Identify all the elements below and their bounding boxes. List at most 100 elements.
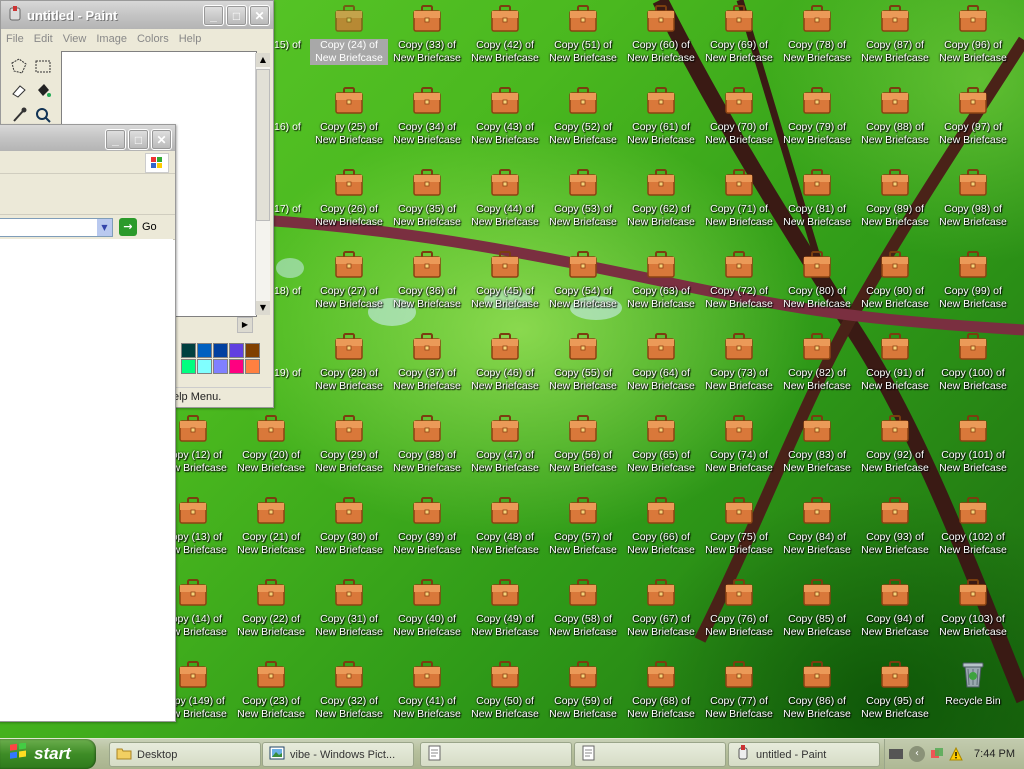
desktop-icon-briefcase[interactable]: Copy (40) of New Briefcase	[388, 576, 466, 658]
palette-swatch[interactable]	[197, 359, 212, 374]
desktop-icon-briefcase[interactable]: Copy (70) of New Briefcase	[700, 84, 778, 166]
desktop-icon-briefcase[interactable]: Copy (71) of New Briefcase	[700, 166, 778, 248]
desktop-icon-briefcase[interactable]: Copy (57) of New Briefcase	[544, 494, 622, 576]
desktop-icon-briefcase[interactable]: Copy (83) of New Briefcase	[778, 412, 856, 494]
warning-icon[interactable]	[949, 746, 963, 761]
palette-swatch[interactable]	[181, 359, 196, 374]
taskbar-button[interactable]: vibe - Windows Pict...	[262, 742, 414, 767]
chevron-left-icon[interactable]: ‹	[909, 746, 925, 762]
desktop-icon-briefcase[interactable]: Copy (54) of New Briefcase	[544, 248, 622, 330]
address-input[interactable]: ▼	[0, 218, 113, 237]
desktop-icon-briefcase[interactable]: Copy (77) of New Briefcase	[700, 658, 778, 738]
palette-swatch[interactable]	[229, 359, 244, 374]
desktop-icon-briefcase[interactable]: Copy (68) of New Briefcase	[622, 658, 700, 738]
desktop-icon-briefcase[interactable]: Copy (21) of New Briefcase	[232, 494, 310, 576]
desktop-icon-briefcase[interactable]: Copy (91) of New Briefcase	[856, 330, 934, 412]
explorer-content-pane[interactable]	[0, 239, 173, 719]
desktop-icon-briefcase[interactable]: Copy (23) of New Briefcase	[232, 658, 310, 738]
paint-title-bar[interactable]: untitled - Paint _ □ ✕	[1, 1, 273, 29]
desktop-icon-briefcase[interactable]: Copy (97) of New Briefcase	[934, 84, 1012, 166]
desktop-icon-briefcase[interactable]: Copy (84) of New Briefcase	[778, 494, 856, 576]
desktop-icon-briefcase[interactable]: Copy (96) of New Briefcase	[934, 2, 1012, 84]
desktop-icon-briefcase[interactable]: Copy (90) of New Briefcase	[856, 248, 934, 330]
taskbar-button[interactable]: untitled - Paint	[728, 742, 880, 767]
desktop-icon-briefcase[interactable]: Copy (62) of New Briefcase	[622, 166, 700, 248]
palette-swatch[interactable]	[213, 359, 228, 374]
desktop-icon-briefcase[interactable]: Copy (64) of New Briefcase	[622, 330, 700, 412]
desktop-icon-briefcase[interactable]: Copy (24) of New Briefcase	[310, 2, 388, 84]
close-button[interactable]: ✕	[249, 5, 270, 26]
desktop-icon-briefcase[interactable]: Copy (42) of New Briefcase	[466, 2, 544, 84]
scroll-thumb[interactable]	[256, 69, 270, 221]
desktop-icon-briefcase[interactable]: Copy (98) of New Briefcase	[934, 166, 1012, 248]
desktop-icon-briefcase[interactable]: Copy (94) of New Briefcase	[856, 576, 934, 658]
desktop-icon-briefcase[interactable]: Copy (28) of New Briefcase	[310, 330, 388, 412]
menu-help[interactable]: Help	[174, 33, 207, 45]
maximize-button[interactable]: □	[128, 129, 149, 150]
scroll-down-arrow-icon[interactable]: ▼	[256, 301, 270, 315]
palette-swatch[interactable]	[245, 343, 260, 358]
desktop-icon-briefcase[interactable]: Copy (103) of New Briefcase	[934, 576, 1012, 658]
start-button[interactable]: start	[0, 739, 96, 769]
desktop-icon-briefcase[interactable]: Copy (29) of New Briefcase	[310, 412, 388, 494]
desktop-icon-briefcase[interactable]: Copy (39) of New Briefcase	[388, 494, 466, 576]
desktop-icon-briefcase[interactable]: Copy (86) of New Briefcase	[778, 658, 856, 738]
desktop-icon-briefcase[interactable]: Copy (69) of New Briefcase	[700, 2, 778, 84]
desktop-icon-briefcase[interactable]: Copy (51) of New Briefcase	[544, 2, 622, 84]
desktop-icon-briefcase[interactable]: Copy (80) of New Briefcase	[778, 248, 856, 330]
desktop-icon-briefcase[interactable]: Copy (88) of New Briefcase	[856, 84, 934, 166]
desktop-icon-briefcase[interactable]: Copy (32) of New Briefcase	[310, 658, 388, 738]
desktop-icon-briefcase[interactable]: Copy (44) of New Briefcase	[466, 166, 544, 248]
palette-swatch[interactable]	[197, 343, 212, 358]
palette-swatch[interactable]	[213, 343, 228, 358]
desktop-icon-briefcase[interactable]: Copy (60) of New Briefcase	[622, 2, 700, 84]
desktop-icon-briefcase[interactable]: Copy (49) of New Briefcase	[466, 576, 544, 658]
desktop-icon-briefcase[interactable]: Copy (30) of New Briefcase	[310, 494, 388, 576]
desktop-icon-briefcase[interactable]: Copy (87) of New Briefcase	[856, 2, 934, 84]
menu-colors[interactable]: Colors	[132, 33, 174, 45]
desktop-icon-briefcase[interactable]: Copy (75) of New Briefcase	[700, 494, 778, 576]
palette-swatch[interactable]	[229, 343, 244, 358]
desktop-icon-briefcase[interactable]: Copy (101) of New Briefcase	[934, 412, 1012, 494]
desktop-icon-briefcase[interactable]: Copy (78) of New Briefcase	[778, 2, 856, 84]
desktop-icon-briefcase[interactable]: Copy (63) of New Briefcase	[622, 248, 700, 330]
clock[interactable]: 7:44 PM	[974, 748, 1015, 760]
desktop-icon-briefcase[interactable]: Copy (95) of New Briefcase	[856, 658, 934, 738]
menu-image[interactable]: Image	[91, 33, 132, 45]
desktop-icon-briefcase[interactable]: Copy (47) of New Briefcase	[466, 412, 544, 494]
desktop-icon-briefcase[interactable]: Copy (45) of New Briefcase	[466, 248, 544, 330]
desktop-icon-briefcase[interactable]: Copy (36) of New Briefcase	[388, 248, 466, 330]
horizontal-scroll-right-arrow-icon[interactable]: ▶	[237, 317, 253, 333]
desktop-icon-briefcase[interactable]: Copy (46) of New Briefcase	[466, 330, 544, 412]
keyboard-icon[interactable]	[889, 749, 903, 759]
eyedropper-tool-icon[interactable]	[9, 105, 29, 125]
close-button[interactable]: ✕	[151, 129, 172, 150]
desktop-icon-briefcase[interactable]: Copy (41) of New Briefcase	[388, 658, 466, 738]
recycle-bin-icon[interactable]: Recycle Bin	[934, 658, 1012, 738]
desktop-icon-briefcase[interactable]: Copy (85) of New Briefcase	[778, 576, 856, 658]
desktop-icon-briefcase[interactable]: Copy (66) of New Briefcase	[622, 494, 700, 576]
desktop-icon-briefcase[interactable]: Copy (38) of New Briefcase	[388, 412, 466, 494]
desktop-icon-briefcase[interactable]: Copy (79) of New Briefcase	[778, 84, 856, 166]
minimize-button[interactable]: _	[105, 129, 126, 150]
palette-swatch[interactable]	[181, 343, 196, 358]
free-select-tool-icon[interactable]	[9, 57, 29, 77]
desktop-icon-briefcase[interactable]: Copy (34) of New Briefcase	[388, 84, 466, 166]
desktop-icon-briefcase[interactable]: Copy (100) of New Briefcase	[934, 330, 1012, 412]
explorer-window[interactable]: _ □ ✕ ▼ → Go	[0, 124, 176, 722]
desktop-icon-briefcase[interactable]: Copy (89) of New Briefcase	[856, 166, 934, 248]
menu-view[interactable]: View	[58, 33, 92, 45]
desktop-icon-briefcase[interactable]: Copy (58) of New Briefcase	[544, 576, 622, 658]
desktop-icon-briefcase[interactable]: Copy (73) of New Briefcase	[700, 330, 778, 412]
desktop-icon-briefcase[interactable]: Copy (92) of New Briefcase	[856, 412, 934, 494]
desktop-icon-briefcase[interactable]: Copy (35) of New Briefcase	[388, 166, 466, 248]
desktop-icon-briefcase[interactable]: Copy (82) of New Briefcase	[778, 330, 856, 412]
desktop-icon-briefcase[interactable]: Copy (22) of New Briefcase	[232, 576, 310, 658]
desktop-icon-briefcase[interactable]: Copy (50) of New Briefcase	[466, 658, 544, 738]
desktop-icon-briefcase[interactable]: Copy (48) of New Briefcase	[466, 494, 544, 576]
desktop-icon-briefcase[interactable]: Copy (76) of New Briefcase	[700, 576, 778, 658]
desktop-icon-briefcase[interactable]: Copy (99) of New Briefcase	[934, 248, 1012, 330]
desktop-icon-briefcase[interactable]: Copy (27) of New Briefcase	[310, 248, 388, 330]
network-icon[interactable]	[930, 747, 944, 761]
eraser-tool-icon[interactable]	[9, 81, 29, 101]
